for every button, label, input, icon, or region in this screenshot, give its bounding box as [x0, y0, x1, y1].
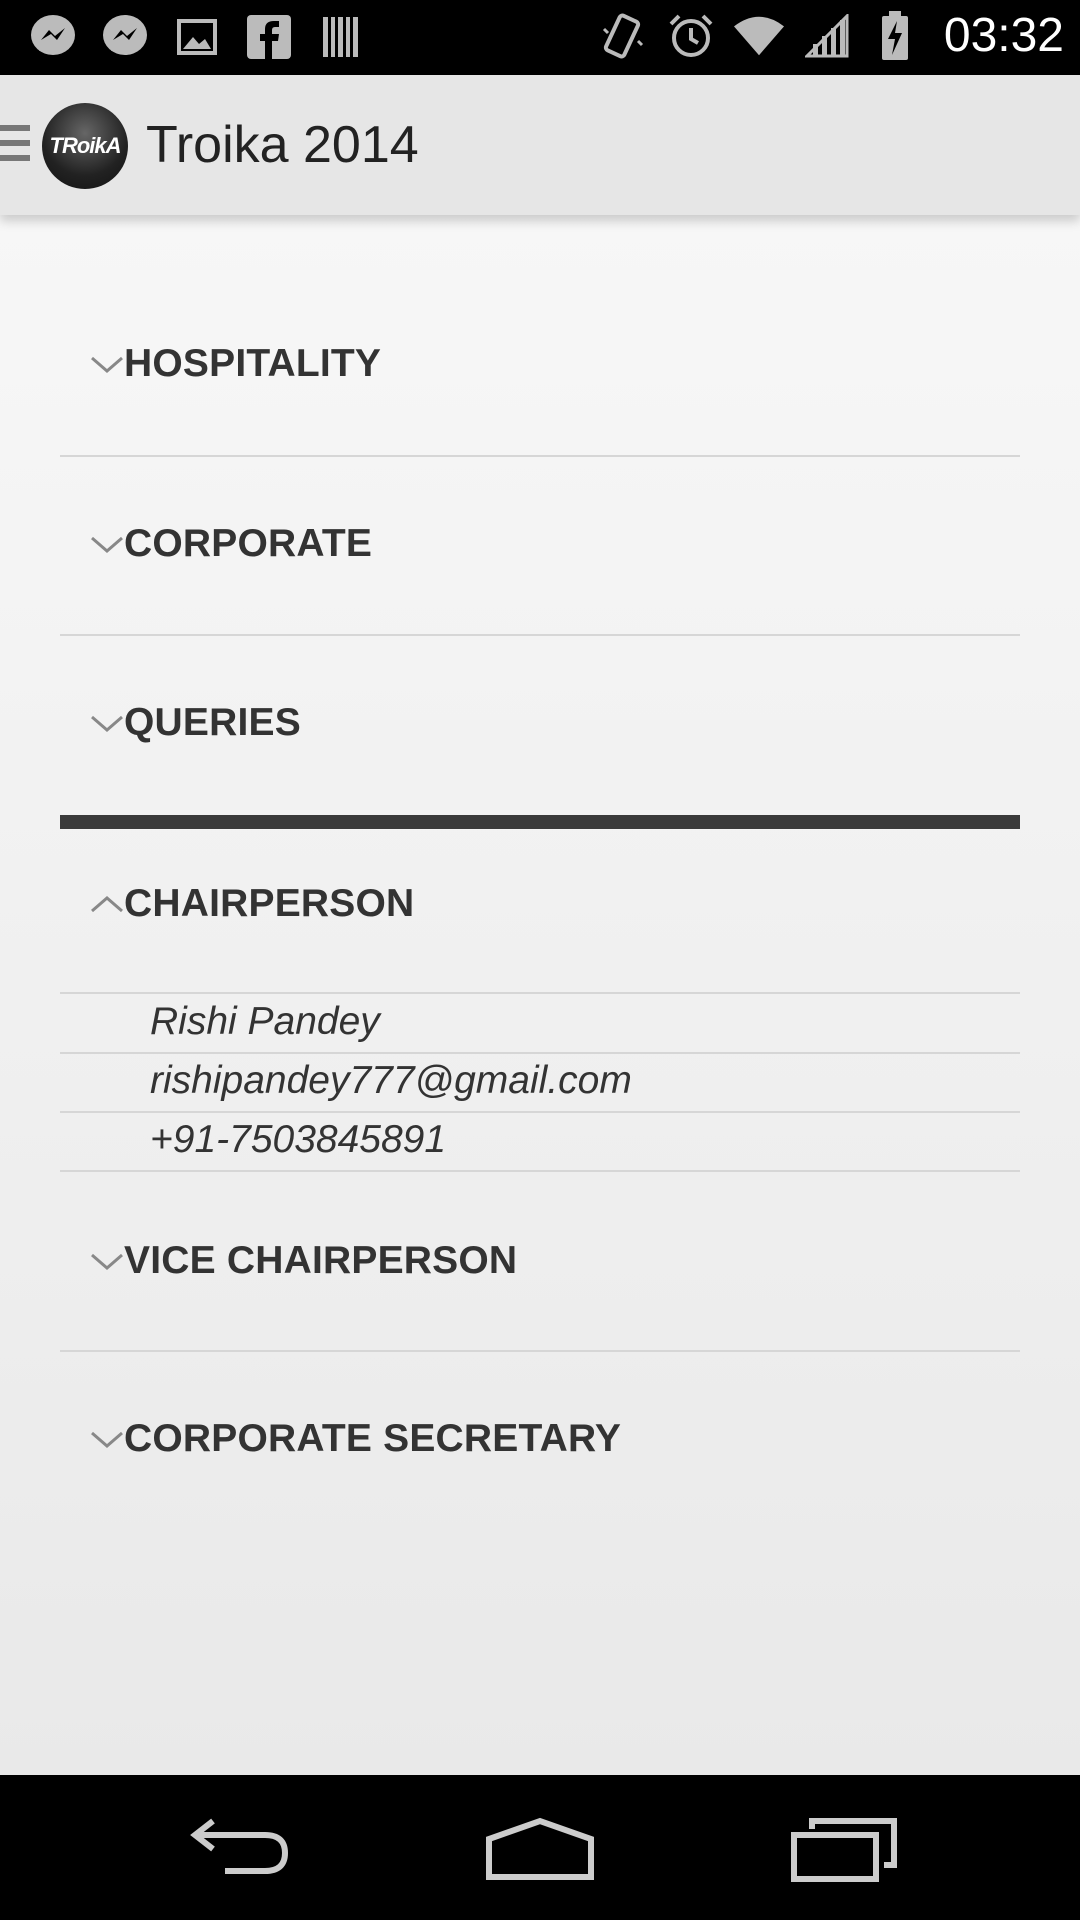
expandable-list: HOSPITALITY CORPORATE QUERIES CHAIRPERSO… [0, 215, 1080, 1775]
action-bar: TRoikA Troika 2014 [0, 75, 1080, 215]
signal-icon [802, 11, 852, 61]
list-item[interactable]: Rishi Pandey [60, 994, 1020, 1054]
contact-phone: +91-7503845891 [150, 1118, 447, 1161]
chevron-down-icon [91, 1253, 123, 1270]
messenger-icon [100, 12, 150, 62]
group-corporate[interactable]: CORPORATE [60, 455, 1020, 633]
facebook-icon [244, 12, 294, 62]
group-label: QUERIES [124, 701, 301, 744]
contact-email: rishipandey777@gmail.com [150, 1059, 632, 1102]
home-icon[interactable] [485, 1815, 595, 1885]
barcode-icon [316, 12, 366, 62]
chevron-down-icon [91, 715, 123, 732]
image-icon [172, 12, 222, 62]
chevron-down-icon [91, 536, 123, 553]
chevron-down-icon [91, 356, 123, 373]
chevron-down-icon [91, 1431, 123, 1448]
recent-apps-icon[interactable] [790, 1815, 900, 1885]
group-vice-chairperson[interactable]: VICE CHAIRPERSON [60, 1172, 1020, 1350]
group-hospitality[interactable]: HOSPITALITY [60, 275, 1020, 453]
group-label: CORPORATE [124, 522, 373, 565]
logo-text: TRoikA [49, 133, 122, 158]
contact-name: Rishi Pandey [150, 1000, 380, 1043]
group-label: HOSPITALITY [124, 342, 382, 385]
chevron-up-icon [91, 896, 123, 913]
group-label: CHAIRPERSON [124, 882, 415, 925]
navigation-bar [0, 1775, 1080, 1920]
list-item[interactable]: +91-7503845891 [60, 1112, 1020, 1172]
status-bar: 03:32 [0, 0, 1080, 75]
battery-charging-icon [870, 10, 920, 61]
list-item[interactable]: rishipandey777@gmail.com [60, 1053, 1020, 1113]
alarm-icon [666, 11, 716, 61]
group-label: CORPORATE SECRETARY [124, 1417, 622, 1460]
group-queries[interactable]: QUERIES [60, 634, 1020, 812]
status-time: 03:32 [943, 9, 1064, 62]
page-title: Troika 2014 [146, 116, 419, 174]
app-logo[interactable]: TRoikA [42, 103, 128, 189]
vibrate-icon [598, 11, 648, 61]
group-chairperson[interactable]: CHAIRPERSON [60, 815, 1020, 993]
back-icon[interactable] [185, 1815, 295, 1885]
group-corporate-secretary[interactable]: CORPORATE SECRETARY [60, 1350, 1020, 1528]
group-label: VICE CHAIRPERSON [124, 1239, 518, 1282]
messenger-icon [28, 12, 78, 62]
wifi-icon [733, 11, 784, 61]
drawer-menu-icon[interactable] [0, 125, 30, 167]
